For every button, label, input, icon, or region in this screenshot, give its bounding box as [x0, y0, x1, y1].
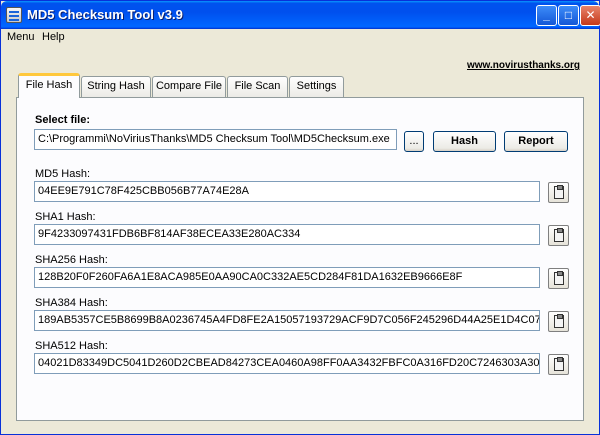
- select-file-label: Select file:: [35, 114, 91, 126]
- tab-settings[interactable]: Settings: [289, 76, 344, 97]
- copy-sha1-button[interactable]: [548, 225, 569, 246]
- sha1-hash-label: SHA1 Hash:: [35, 211, 96, 223]
- tab-file-scan[interactable]: File Scan: [227, 76, 288, 97]
- copy-sha384-button[interactable]: [548, 311, 569, 332]
- app-icon: [6, 7, 22, 23]
- sha1-hash-field[interactable]: 9F4233097431FDB6BF814AF38ECEA33E280AC334: [34, 224, 540, 245]
- clipboard-icon: [554, 314, 564, 328]
- tab-file-hash[interactable]: File Hash: [18, 73, 80, 98]
- md5-hash-field[interactable]: 04EE9E791C78F425CBB056B77A74E28A: [34, 181, 540, 202]
- sha512-hash-field[interactable]: 04021D83349DC5041D260D2CBEAD84273CEA0460…: [34, 353, 540, 374]
- window-title: MD5 Checksum Tool v3.9: [27, 7, 183, 22]
- sha256-hash-field[interactable]: 128B20F0F260FA6A1E8ACA985E0AA90CA0C332AE…: [34, 267, 540, 288]
- clipboard-icon: [554, 357, 564, 371]
- report-button[interactable]: Report: [504, 131, 568, 152]
- sha384-hash-label: SHA384 Hash:: [35, 297, 108, 309]
- md5-hash-label: MD5 Hash:: [35, 168, 91, 180]
- minimize-button[interactable]: _: [536, 5, 557, 26]
- menu-item-menu[interactable]: Menu: [4, 31, 38, 43]
- menu-item-help[interactable]: Help: [39, 31, 68, 43]
- file-hash-panel: Select file: C:\Programmi\NoViriusThanks…: [16, 97, 584, 421]
- menu-bar: Menu Help: [1, 29, 599, 48]
- copy-sha256-button[interactable]: [548, 268, 569, 289]
- sha512-hash-label: SHA512 Hash:: [35, 340, 108, 352]
- file-path-input[interactable]: C:\Programmi\NoViriusThanks\MD5 Checksum…: [34, 129, 397, 150]
- clipboard-icon: [554, 271, 564, 285]
- close-button[interactable]: ✕: [580, 5, 600, 26]
- hash-button[interactable]: Hash: [433, 131, 496, 152]
- maximize-button[interactable]: □: [558, 5, 579, 26]
- title-bar[interactable]: MD5 Checksum Tool v3.9 _ □ ✕: [1, 1, 600, 29]
- tab-string-hash[interactable]: String Hash: [81, 76, 151, 97]
- copy-md5-button[interactable]: [548, 182, 569, 203]
- app-window: MD5 Checksum Tool v3.9 _ □ ✕ Menu Help w…: [0, 0, 600, 435]
- tab-compare-file[interactable]: Compare File: [152, 76, 226, 97]
- website-link[interactable]: www.novirusthanks.org: [467, 60, 580, 71]
- clipboard-icon: [554, 185, 564, 199]
- sha256-hash-label: SHA256 Hash:: [35, 254, 108, 266]
- sha384-hash-field[interactable]: 189AB5357CE5B8699B8A0236745A4FD8FE2A1505…: [34, 310, 540, 331]
- copy-sha512-button[interactable]: [548, 354, 569, 375]
- clipboard-icon: [554, 228, 564, 242]
- browse-button[interactable]: ...: [404, 131, 424, 152]
